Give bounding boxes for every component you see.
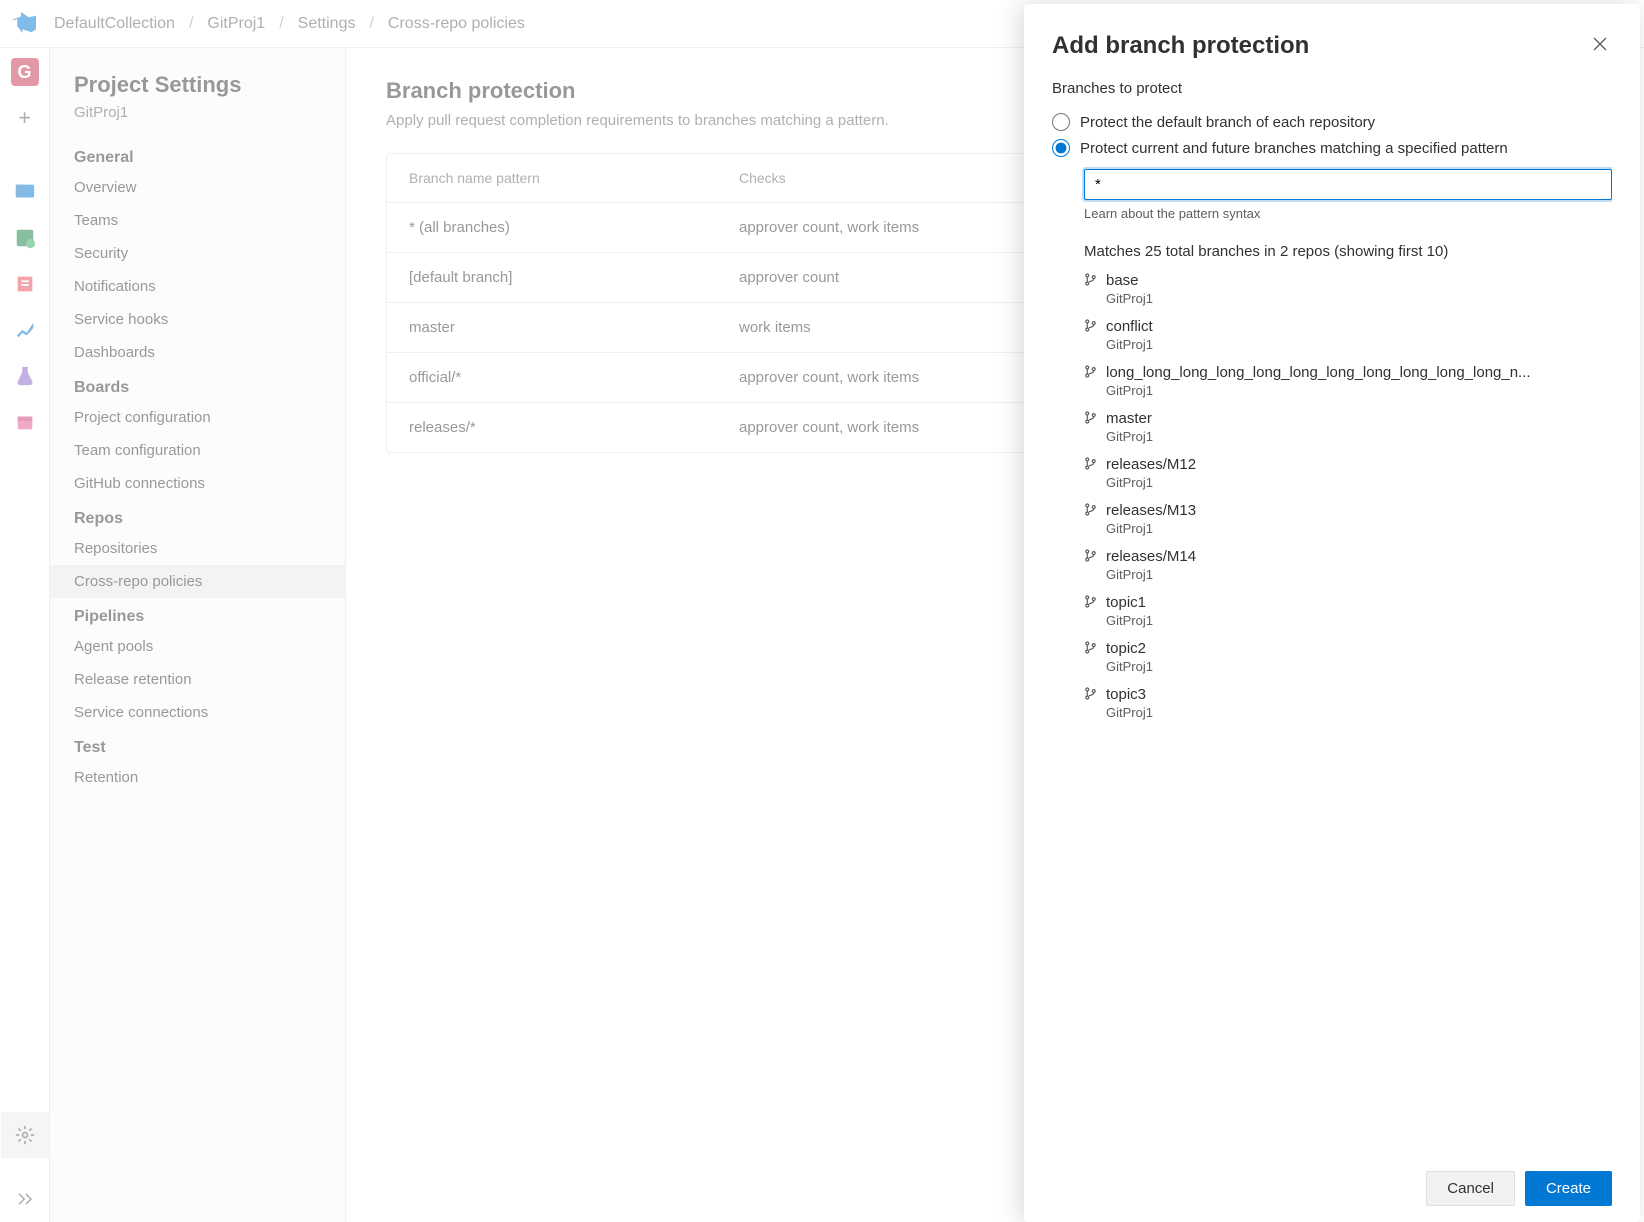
branch-name: topic3 bbox=[1106, 686, 1146, 703]
matching-branches-list: base GitProj1 conflict GitProj1 long_lon… bbox=[1084, 272, 1612, 720]
branch-name: releases/M13 bbox=[1106, 502, 1196, 519]
branch-match-item[interactable]: releases/M14 GitProj1 bbox=[1084, 548, 1612, 582]
branch-repo: GitProj1 bbox=[1106, 337, 1612, 352]
add-branch-protection-panel: Add branch protection Branches to protec… bbox=[1024, 4, 1640, 1222]
branch-repo: GitProj1 bbox=[1106, 521, 1612, 536]
radio-protect-default[interactable]: Protect the default branch of each repos… bbox=[1052, 109, 1612, 135]
branch-name: topic2 bbox=[1106, 640, 1146, 657]
branches-to-protect-label: Branches to protect bbox=[1052, 80, 1612, 97]
branch-match-item[interactable]: long_long_long_long_long_long_long_long_… bbox=[1084, 364, 1612, 398]
branch-name: topic1 bbox=[1106, 594, 1146, 611]
branch-name: long_long_long_long_long_long_long_long_… bbox=[1106, 364, 1531, 381]
branch-match-item[interactable]: base GitProj1 bbox=[1084, 272, 1612, 306]
branch-name: releases/M12 bbox=[1106, 456, 1196, 473]
create-button[interactable]: Create bbox=[1525, 1171, 1612, 1206]
branch-repo: GitProj1 bbox=[1106, 567, 1612, 582]
branch-repo: GitProj1 bbox=[1106, 429, 1612, 444]
branch-icon bbox=[1084, 595, 1098, 611]
branch-match-item[interactable]: topic2 GitProj1 bbox=[1084, 640, 1612, 674]
close-icon[interactable] bbox=[1588, 32, 1612, 56]
branch-match-item[interactable]: releases/M12 GitProj1 bbox=[1084, 456, 1612, 490]
branch-repo: GitProj1 bbox=[1106, 705, 1612, 720]
branch-match-item[interactable]: topic1 GitProj1 bbox=[1084, 594, 1612, 628]
branch-repo: GitProj1 bbox=[1106, 613, 1612, 628]
branch-icon bbox=[1084, 549, 1098, 565]
cancel-button[interactable]: Cancel bbox=[1426, 1171, 1515, 1206]
radio-protect-pattern-input[interactable] bbox=[1052, 139, 1070, 157]
branch-repo: GitProj1 bbox=[1106, 383, 1612, 398]
branch-name: master bbox=[1106, 410, 1152, 427]
branch-repo: GitProj1 bbox=[1106, 291, 1612, 306]
branch-icon bbox=[1084, 365, 1098, 381]
branch-name: releases/M14 bbox=[1106, 548, 1196, 565]
branch-match-item[interactable]: conflict GitProj1 bbox=[1084, 318, 1612, 352]
branch-repo: GitProj1 bbox=[1106, 659, 1612, 674]
matches-summary: Matches 25 total branches in 2 repos (sh… bbox=[1084, 243, 1612, 260]
radio-protect-default-input[interactable] bbox=[1052, 113, 1070, 131]
branch-name: conflict bbox=[1106, 318, 1153, 335]
branch-match-item[interactable]: topic3 GitProj1 bbox=[1084, 686, 1612, 720]
pattern-syntax-link[interactable]: Learn about the pattern syntax bbox=[1084, 206, 1612, 221]
panel-title: Add branch protection bbox=[1052, 32, 1309, 60]
branch-icon bbox=[1084, 641, 1098, 657]
branch-repo: GitProj1 bbox=[1106, 475, 1612, 490]
branch-icon bbox=[1084, 503, 1098, 519]
branch-icon bbox=[1084, 687, 1098, 703]
branch-icon bbox=[1084, 411, 1098, 427]
radio-protect-pattern[interactable]: Protect current and future branches matc… bbox=[1052, 135, 1612, 161]
branch-match-item[interactable]: master GitProj1 bbox=[1084, 410, 1612, 444]
branch-icon bbox=[1084, 457, 1098, 473]
branch-icon bbox=[1084, 319, 1098, 335]
branch-icon bbox=[1084, 273, 1098, 289]
branch-name: base bbox=[1106, 272, 1139, 289]
branch-match-item[interactable]: releases/M13 GitProj1 bbox=[1084, 502, 1612, 536]
pattern-input[interactable] bbox=[1084, 169, 1612, 200]
